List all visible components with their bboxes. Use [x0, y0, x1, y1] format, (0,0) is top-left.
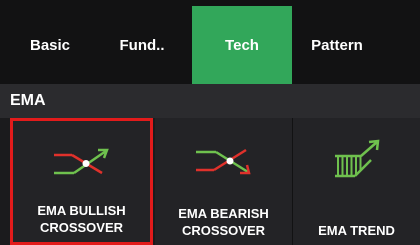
tab-label: Fund.. [119, 36, 165, 54]
bullish-crossover-icon [13, 139, 150, 187]
card-label: EMA TREND [318, 223, 395, 238]
tab-bar: Basic Fund.. Tech Pattern [0, 0, 420, 84]
card-ema-trend[interactable]: EMA TREND [293, 118, 420, 245]
section-header: EMA [0, 84, 420, 118]
trend-icon [293, 136, 420, 184]
tab-label: Basic [29, 36, 71, 54]
card-label: EMA BEARISH CROSSOVER [178, 206, 269, 238]
card-label: EMA BULLISH CROSSOVER [37, 203, 126, 235]
indicator-grid: EMA BULLISH CROSSOVER EMA BEARISH CROSSO… [0, 118, 420, 245]
section-title: EMA [10, 92, 46, 109]
card-ema-bearish-crossover[interactable]: EMA BEARISH CROSSOVER [155, 118, 292, 245]
tab-pattern[interactable]: Pattern [292, 6, 382, 84]
tab-label: Tech [225, 36, 259, 54]
tab-fundamental[interactable]: Fund.. [100, 6, 184, 84]
tab-basic[interactable]: Basic [0, 6, 100, 84]
tab-label: Pattern [311, 36, 363, 54]
bearish-crossover-icon [155, 136, 292, 184]
card-ema-bullish-crossover[interactable]: EMA BULLISH CROSSOVER [10, 118, 153, 245]
tab-tech[interactable]: Tech [192, 6, 292, 84]
